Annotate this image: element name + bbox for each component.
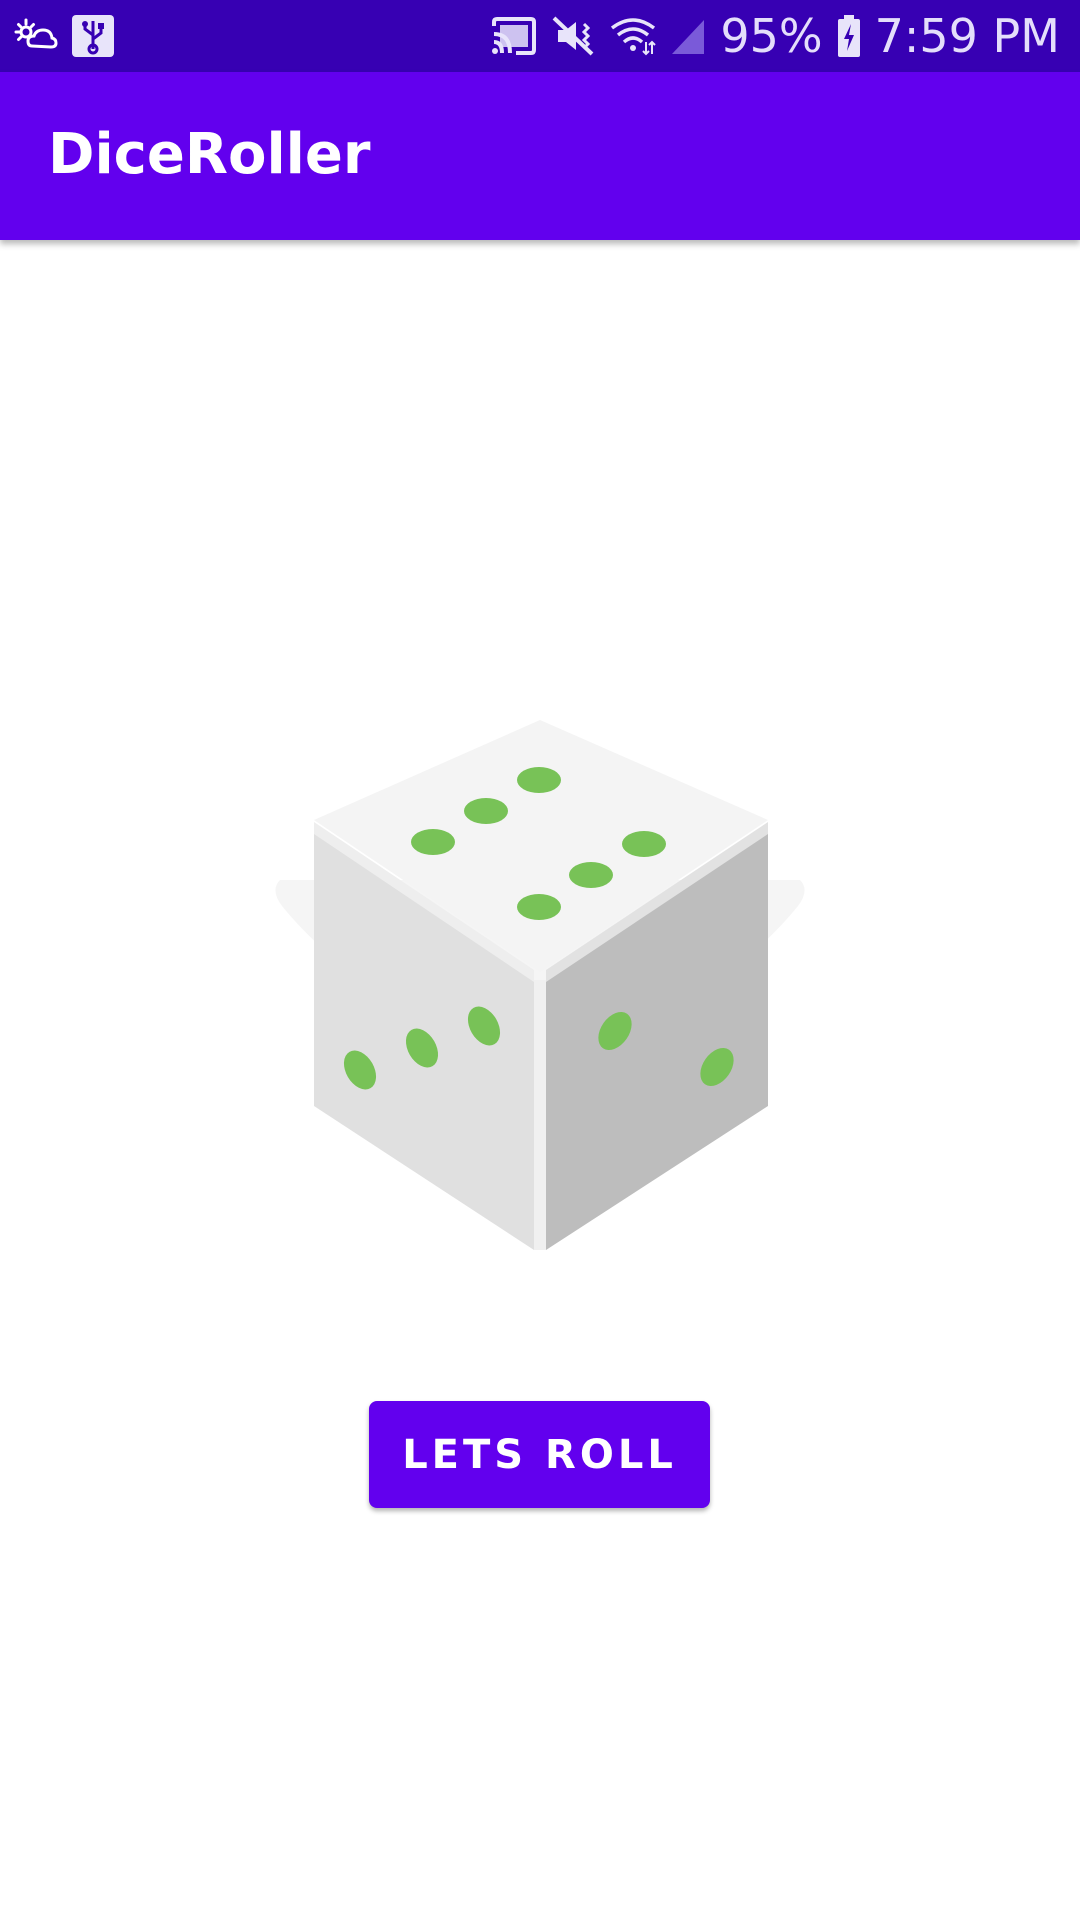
cast-icon xyxy=(492,17,537,55)
battery-percent: 95% xyxy=(720,9,823,63)
dice-pip xyxy=(517,767,561,793)
weather-cloud-icon xyxy=(14,18,58,49)
app-title: DiceRoller xyxy=(48,122,371,187)
dice-front-edge xyxy=(534,980,546,1250)
battery-charging-icon xyxy=(837,15,860,57)
status-bar-left xyxy=(14,10,114,62)
status-bar-right: 95% 7:59 PM xyxy=(490,8,1060,64)
dice-pip xyxy=(517,894,561,920)
cell-signal-icon xyxy=(672,20,705,54)
lets-roll-button[interactable]: LETS ROLL xyxy=(369,1401,710,1508)
dice-pip xyxy=(411,829,455,855)
status-time: 7:59 PM xyxy=(874,9,1060,63)
dice-pip xyxy=(622,831,666,857)
wifi-icon xyxy=(611,18,657,56)
app-bar: DiceRoller xyxy=(0,72,1080,240)
vibrate-mute-icon xyxy=(553,16,594,56)
dice-pip xyxy=(569,862,613,888)
dice-pip xyxy=(464,798,508,824)
dice-image xyxy=(270,470,810,1310)
usb-icon xyxy=(72,15,114,57)
status-bar: 95% 7:59 PM xyxy=(0,0,1080,72)
dice-illustration xyxy=(275,720,805,1250)
